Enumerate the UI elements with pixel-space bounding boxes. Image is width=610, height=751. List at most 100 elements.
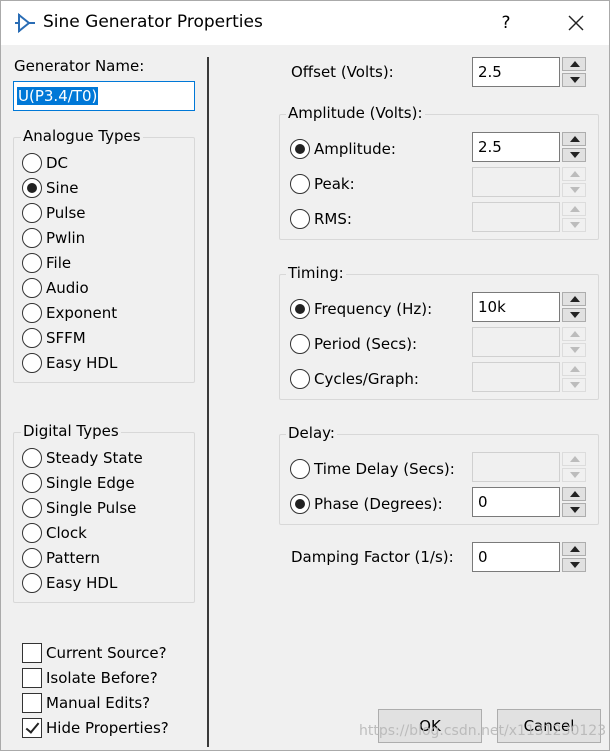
watermark: https://blog.csdn.net/x1131230123 [359,723,607,739]
spin-down-icon[interactable] [562,308,586,322]
time-delay-field [472,452,560,482]
radio-button[interactable] [22,548,42,568]
cycles-graph-spinbox [472,362,588,392]
radio-label: Easy HDL [46,574,118,592]
radio-digital-clock[interactable]: Clock [22,521,87,545]
radio-button[interactable] [22,523,42,543]
radio-analogue-exponent[interactable]: Exponent [22,301,117,325]
radio-label: Steady State [46,449,143,467]
radio-digital-single-edge[interactable]: Single Edge [22,471,135,495]
radio-analogue-easy-hdl[interactable]: Easy HDL [22,351,117,375]
radio-button[interactable] [290,299,310,319]
spin-down-icon [562,378,586,392]
radio-time-delay[interactable]: Time Delay (Secs): [290,457,455,481]
radio-button[interactable] [290,459,310,479]
radio-digital-easy-hdl[interactable]: Easy HDL [22,571,117,595]
radio-frequency[interactable]: Frequency (Hz): [290,297,432,321]
radio-button[interactable] [22,498,42,518]
radio-period[interactable]: Period (Secs): [290,332,417,356]
spin-up-icon[interactable] [562,487,586,501]
radio-button[interactable] [290,494,310,514]
rms-field [472,202,560,232]
radio-button[interactable] [22,278,42,298]
spin-down-icon[interactable] [562,148,586,162]
period-field [472,327,560,357]
checkbox-isolate-before[interactable]: Isolate Before? [22,666,158,690]
peak-field [472,167,560,197]
radio-button[interactable] [290,369,310,389]
spin-up-icon[interactable] [562,57,586,71]
radio-button[interactable] [290,174,310,194]
peak-spinbox [472,167,588,197]
radio-label: Peak: [314,175,355,193]
checkbox[interactable] [22,693,42,713]
phase-field[interactable]: 0 [472,487,560,517]
radio-button[interactable] [22,253,42,273]
damping-factor-field[interactable]: 0 [472,542,560,572]
radio-label: Cycles/Graph: [314,370,419,388]
radio-cycles-graph[interactable]: Cycles/Graph: [290,367,419,391]
radio-label: Easy HDL [46,354,118,372]
radio-phase[interactable]: Phase (Degrees): [290,492,443,516]
radio-analogue-audio[interactable]: Audio [22,276,89,300]
checkbox-manual-edits[interactable]: Manual Edits? [22,691,150,715]
radio-button[interactable] [22,448,42,468]
radio-button[interactable] [22,303,42,323]
delay-group-title: Delay: [286,424,337,442]
radio-analogue-file[interactable]: File [22,251,71,275]
amplitude-spinbox[interactable]: 2.5 [472,132,588,162]
checkbox-hide-properties[interactable]: Hide Properties? [22,716,169,740]
radio-button[interactable] [22,473,42,493]
spin-down-icon[interactable] [562,503,586,517]
radio-label: Single Pulse [46,499,137,517]
rms-spinbox [472,202,588,232]
help-button[interactable]: ? [493,9,519,37]
spin-up-icon[interactable] [562,292,586,306]
spin-down-icon [562,183,586,197]
checkbox-label: Current Source? [46,644,167,662]
radio-peak[interactable]: Peak: [290,172,355,196]
radio-button[interactable] [22,353,42,373]
radio-button[interactable] [22,573,42,593]
radio-digital-single-pulse[interactable]: Single Pulse [22,496,136,520]
amplitude-field[interactable]: 2.5 [472,132,560,162]
radio-label: Sine [46,179,79,197]
radio-label: Amplitude: [314,140,396,158]
radio-analogue-dc[interactable]: DC [22,151,68,175]
generator-name-input[interactable]: U(P3.4/T0) [13,81,195,111]
offset-field[interactable]: 2.5 [472,57,560,87]
damping-factor-spinbox[interactable]: 0 [472,542,588,572]
spin-up-icon [562,202,586,216]
radio-button[interactable] [22,228,42,248]
damping-factor-label: Damping Factor (1/s): [291,548,454,566]
spin-up-icon[interactable] [562,542,586,556]
radio-button[interactable] [22,153,42,173]
radio-digital-steady-state[interactable]: Steady State [22,446,143,470]
phase-spinbox[interactable]: 0 [472,487,588,517]
radio-analogue-sine[interactable]: Sine [22,176,78,200]
spin-up-icon[interactable] [562,132,586,146]
radio-button[interactable] [22,178,42,198]
radio-button[interactable] [290,209,310,229]
radio-button[interactable] [22,328,42,348]
radio-rms[interactable]: RMS: [290,207,352,231]
checkbox-current-source[interactable]: Current Source? [22,641,167,665]
close-icon[interactable] [561,9,591,37]
timing-group-title: Timing: [286,264,346,282]
spin-down-icon[interactable] [562,558,586,572]
checkbox[interactable] [22,668,42,688]
spin-down-icon[interactable] [562,73,586,87]
checkbox[interactable] [22,718,42,738]
radio-analogue-sffm[interactable]: SFFM [22,326,86,350]
radio-button[interactable] [290,334,310,354]
radio-button[interactable] [22,203,42,223]
radio-digital-pattern[interactable]: Pattern [22,546,100,570]
checkbox[interactable] [22,643,42,663]
radio-analogue-pwlin[interactable]: Pwlin [22,226,85,250]
offset-spinbox[interactable]: 2.5 [472,57,588,87]
radio-amplitude[interactable]: Amplitude: [290,137,396,161]
frequency-spinbox[interactable]: 10k [472,292,588,322]
radio-button[interactable] [290,139,310,159]
frequency-field[interactable]: 10k [472,292,560,322]
radio-analogue-pulse[interactable]: Pulse [22,201,86,225]
